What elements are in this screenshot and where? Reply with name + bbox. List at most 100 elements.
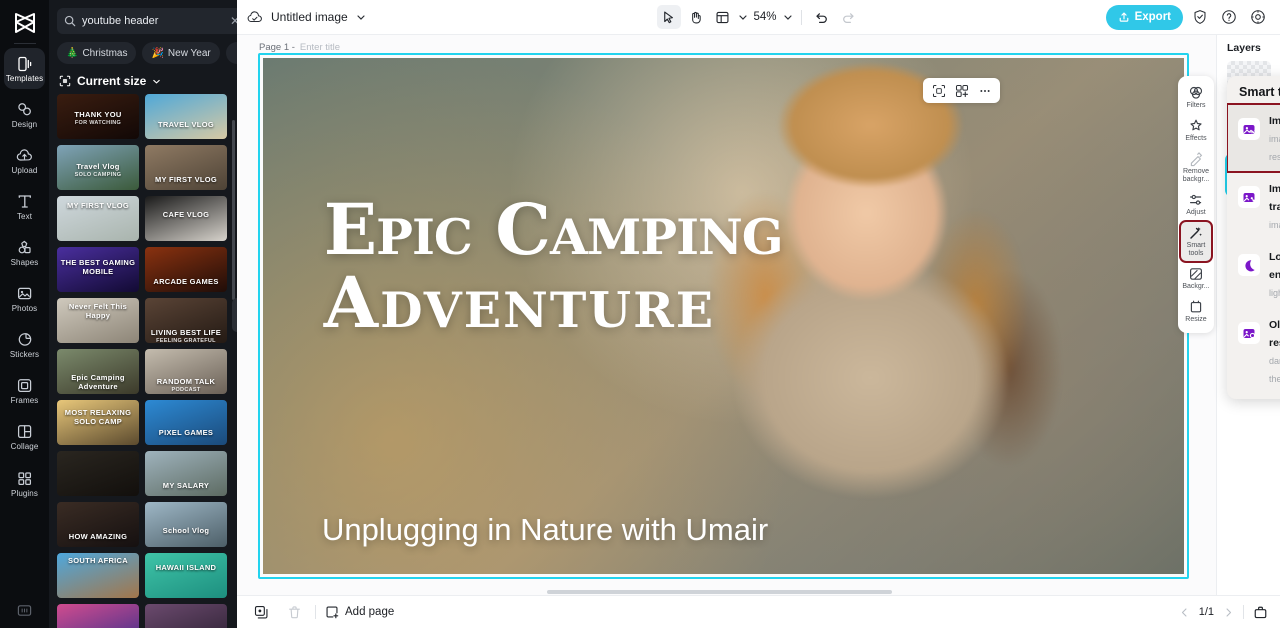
chevron-right-icon[interactable] [1223, 607, 1234, 618]
template-thumbnail-title: ARCADE GAMES [153, 277, 219, 286]
rail-item-upload[interactable]: Upload [4, 140, 45, 181]
gear-icon[interactable] [1246, 5, 1270, 29]
template-thumbnail[interactable]: Never Felt This Happy [57, 298, 139, 343]
right-tool-adjust[interactable]: Adjust [1180, 188, 1212, 221]
help-circle-icon[interactable] [1217, 5, 1241, 29]
filter-chip[interactable]: Mos [225, 42, 237, 64]
template-thumbnail[interactable]: OLYMPIADE [57, 604, 139, 628]
template-thumbnail[interactable]: Travel Vlog SOLO CAMPING [57, 145, 139, 190]
hand-tool-button[interactable] [683, 5, 707, 29]
template-thumbnail[interactable]: RANDOM TALK PODCAST [145, 349, 227, 394]
shield-check-icon[interactable] [1188, 5, 1212, 29]
rail-item-templates[interactable]: Templates [4, 48, 45, 89]
export-button[interactable]: Export [1105, 4, 1183, 30]
template-thumbnail[interactable]: CAFE VLOG [145, 196, 227, 241]
template-thumbnail[interactable]: THANK YOU FOR WATCHING [57, 94, 139, 139]
smart-tool-item[interactable]: Low-light image enhancerImprove low-ligh… [1227, 240, 1280, 308]
template-thumbnail[interactable]: TRAVEL VLOG [145, 94, 227, 139]
rail-item-shapes[interactable]: Shapes [4, 232, 45, 273]
duplicate-icon[interactable] [249, 600, 273, 624]
shapes-icon [16, 239, 33, 256]
template-thumbnail[interactable]: MY SALARY [145, 451, 227, 496]
crop-icon[interactable] [928, 80, 949, 101]
rail-item-stickers[interactable]: Stickers [4, 324, 45, 365]
replace-icon[interactable] [951, 80, 972, 101]
bottom-panel-icon[interactable] [1253, 605, 1268, 620]
template-thumbnail-title: MY FIRST VLOG [154, 175, 218, 184]
search-input-wrap[interactable]: ✕ [57, 8, 237, 34]
chevron-down-icon[interactable] [356, 12, 366, 22]
current-size-selector[interactable]: Current size [49, 66, 237, 94]
search-clear-icon[interactable]: ✕ [230, 15, 237, 27]
canvas-subtitle[interactable]: Unplugging in Nature with Umair [322, 512, 768, 548]
more-horizontal-icon[interactable] [974, 80, 995, 101]
bottom-divider-2 [1243, 605, 1244, 619]
canvas-stage[interactable]: Page 1 - Enter title Epic Camping Advent… [237, 35, 1280, 595]
template-thumbnail[interactable]: MY FIRST VLOG [145, 145, 227, 190]
right-tool-resize[interactable]: Resize [1180, 295, 1212, 328]
template-thumbnail[interactable]: HOW AMAZING [57, 502, 139, 547]
right-tool-filters[interactable]: Filters [1180, 81, 1212, 114]
filter-chips: 🎄Christmas🎉New Year Mos [49, 34, 237, 66]
horizontal-scrollbar[interactable] [547, 590, 892, 594]
template-thumbnail[interactable]: SOUTH AFRICA [57, 553, 139, 598]
smart-tool-item[interactable]: Image style transferConvert your images … [1227, 172, 1280, 240]
export-label: Export [1134, 11, 1171, 23]
panel-collapse-handle[interactable] [232, 298, 237, 332]
redo-button[interactable] [837, 5, 861, 29]
layout-tool-button[interactable] [710, 5, 734, 29]
design-canvas[interactable]: Epic Camping Adventure Unplugging in Nat… [263, 58, 1184, 574]
template-thumbnail[interactable]: Epic Camping Adventure [57, 349, 139, 394]
undo-button[interactable] [810, 5, 834, 29]
rail-item-label: Stickers [9, 349, 40, 359]
rail-item-plugins[interactable]: Plugins [4, 463, 45, 504]
template-thumbnail[interactable]: ARCADE GAMES [145, 247, 227, 292]
template-thumbnail[interactable]: MY FIRST VLOG [57, 196, 139, 241]
search-input[interactable] [82, 15, 224, 27]
current-size-label: Current size [77, 74, 147, 88]
add-page-button[interactable]: Add page [325, 605, 394, 619]
page-title-input[interactable]: Enter title [300, 42, 340, 53]
layout-chevron-icon[interactable] [737, 12, 747, 22]
text-icon [16, 193, 33, 210]
template-thumbnail[interactable]: PIXEL GAMES [145, 400, 227, 445]
select-tool-button[interactable] [656, 5, 681, 29]
low-light-icon [1238, 254, 1260, 276]
rail-item-photos[interactable]: Photos [4, 278, 45, 319]
rail-item-frames[interactable]: Frames [4, 370, 45, 411]
window-panel-icon[interactable] [0, 603, 49, 618]
template-thumbnail[interactable]: STAR HUNTING VLOGSTELLAR CHATTER / ALL [145, 604, 227, 628]
zoom-chevron-icon[interactable] [783, 12, 793, 22]
rail-item-label: Shapes [10, 257, 39, 267]
right-tool-backgr[interactable]: Backgr... [1180, 262, 1212, 295]
canvas-headline[interactable]: Epic Camping Adventure [324, 195, 969, 337]
template-thumbnail[interactable] [57, 451, 139, 496]
svg-text:4K: 4K [1250, 129, 1255, 134]
zoom-level[interactable]: 54% [750, 11, 779, 23]
capcut-logo-icon[interactable] [9, 8, 41, 38]
right-tool-smart-tools[interactable]: Smart tools [1179, 220, 1213, 263]
style-transfer-icon [1238, 186, 1260, 208]
canvas-selection-frame[interactable]: Epic Camping Adventure Unplugging in Nat… [258, 53, 1189, 579]
add-page-label: Add page [345, 606, 395, 618]
template-thumbnail[interactable]: School Vlog [145, 502, 227, 547]
top-toolbar: Untitled image 54% Export [237, 0, 1280, 35]
filter-chip[interactable]: 🎄 Christmas [57, 42, 137, 64]
document-title[interactable]: Untitled image [247, 10, 366, 25]
filter-chip[interactable]: 🎉 New Year [142, 42, 220, 64]
smart-tool-item[interactable]: 4KImage upscalerUpscale images by increa… [1227, 103, 1280, 173]
right-tool-effects[interactable]: Effects [1180, 114, 1212, 147]
trash-icon[interactable] [282, 600, 306, 624]
template-thumbnail[interactable]: THE BEST GAMING MOBILE [57, 247, 139, 292]
rail-item-design[interactable]: Design [4, 94, 45, 135]
template-thumbnail[interactable]: HAWAII ISLAND [145, 553, 227, 598]
right-tool-label: Effects [1185, 135, 1207, 142]
right-tool-remove-backgr[interactable]: Remove backgr... [1180, 147, 1212, 188]
rail-item-collage[interactable]: Collage [4, 416, 45, 457]
chevron-left-icon[interactable] [1179, 607, 1190, 618]
template-thumbnail[interactable]: MOST RELAXING SOLO CAMP [57, 400, 139, 445]
templates-scrollbar[interactable] [232, 120, 235, 300]
template-thumbnail[interactable]: LIVING BEST LIFE FEELING GRATEFUL [145, 298, 227, 343]
rail-item-text[interactable]: Text [4, 186, 45, 227]
smart-tool-item[interactable]: Old photo restorationRepair your damaged… [1227, 308, 1280, 394]
